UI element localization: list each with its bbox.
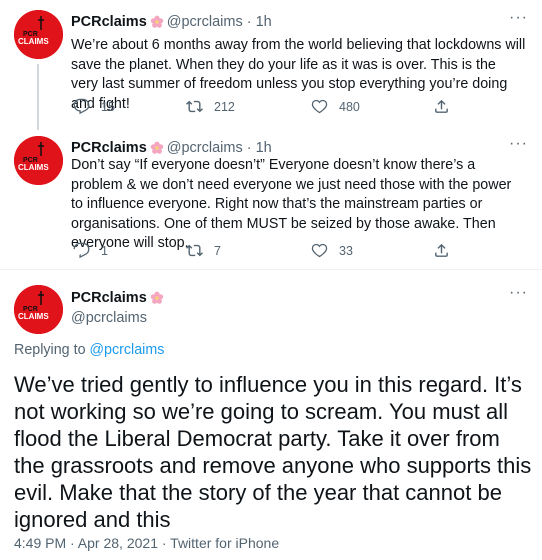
author-name-row: PCRclaims: [71, 290, 167, 306]
main-tweet: PCR CLAIMS PCRclaims @pcrclaims ··· Repl…: [0, 0, 542, 560]
replying-to-link[interactable]: @pcrclaims: [90, 342, 165, 358]
handle[interactable]: @pcrclaims: [71, 310, 167, 326]
replying-to-label: Replying to: [14, 342, 90, 358]
cherry-blossom-icon: [150, 291, 164, 305]
author-block: PCRclaims @pcrclaims: [71, 290, 167, 326]
more-options-icon[interactable]: ···: [509, 285, 528, 301]
main-tweet-text: We’ve tried gently to influence you in t…: [14, 372, 532, 532]
display-name[interactable]: PCRclaims: [71, 290, 147, 306]
pcr-claims-logo: PCR CLAIMS: [14, 285, 63, 334]
tweet-meta[interactable]: 4:49 PM · Apr 28, 2021 · Twitter for iPh…: [14, 535, 279, 551]
svg-text:CLAIMS: CLAIMS: [18, 312, 49, 321]
replying-to: Replying to @pcrclaims: [14, 342, 164, 358]
avatar[interactable]: PCR CLAIMS: [14, 285, 63, 334]
